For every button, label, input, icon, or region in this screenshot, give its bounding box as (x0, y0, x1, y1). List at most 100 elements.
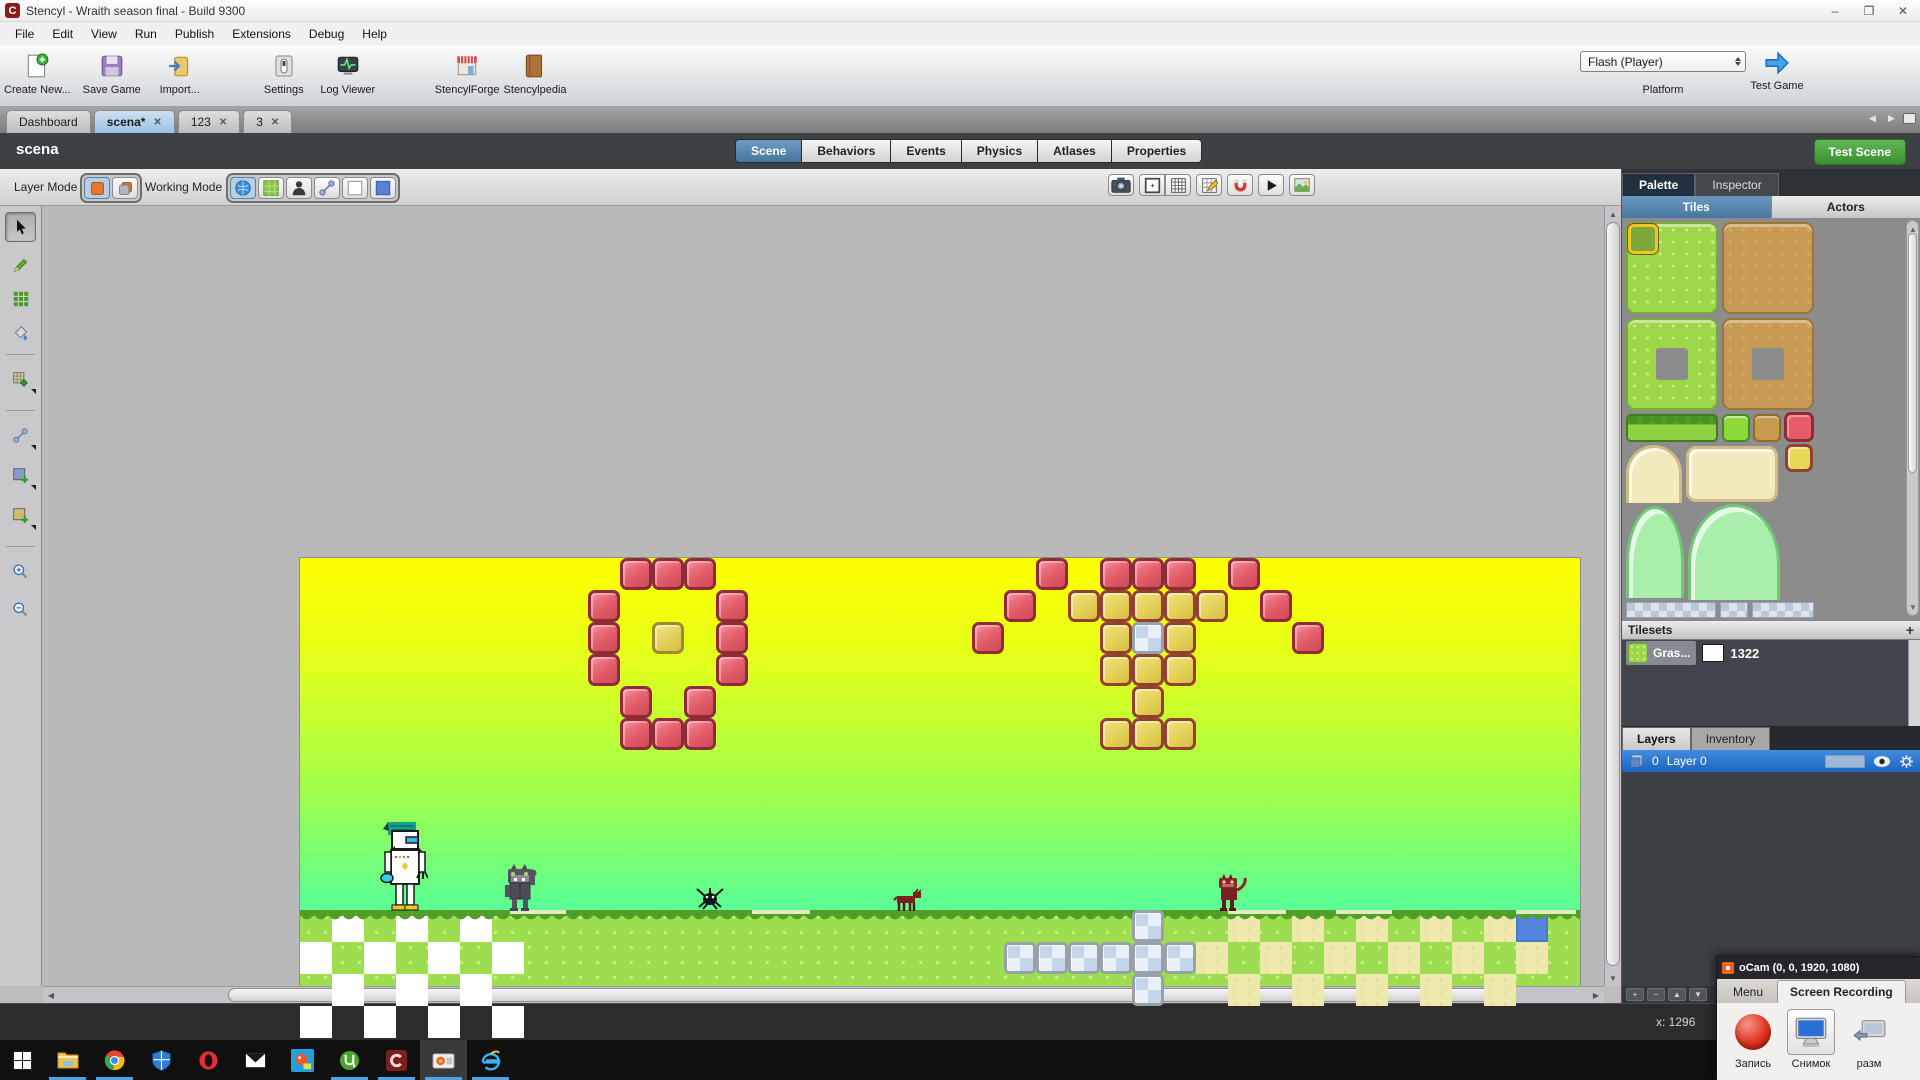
scene-nav-events[interactable]: Events (890, 139, 960, 163)
globe-button[interactable] (230, 177, 256, 199)
yellow-block[interactable] (1100, 590, 1132, 622)
menu-run[interactable]: Run (126, 24, 166, 44)
image-button[interactable] (1289, 174, 1315, 196)
add-layer-button[interactable]: + (1626, 988, 1644, 1001)
yellow-block[interactable] (1132, 718, 1164, 750)
menu-extensions[interactable]: Extensions (223, 24, 300, 44)
white-tile[interactable] (300, 1006, 332, 1038)
menu-edit[interactable]: Edit (43, 24, 82, 44)
scene-nav-physics[interactable]: Physics (961, 139, 1037, 163)
red-block[interactable] (972, 622, 1004, 654)
taskbar-defender-icon[interactable] (138, 1040, 185, 1080)
create-new-button[interactable]: Create New... (4, 51, 71, 96)
ocam-snapshot-button[interactable]: Снимок (1787, 1009, 1835, 1070)
palette-tile-small-grass[interactable] (1722, 414, 1750, 442)
scene-nav-atlases[interactable]: Atlases (1037, 139, 1111, 163)
red-block[interactable] (620, 718, 652, 750)
yellow-block[interactable] (1164, 622, 1196, 654)
ice-block[interactable] (1164, 942, 1196, 974)
maximize-button[interactable]: ❐ (1852, 0, 1886, 21)
ice-block[interactable] (1068, 942, 1100, 974)
move-layer-up-button[interactable]: ▲ (1668, 988, 1686, 1001)
scroll-up-icon[interactable]: ▲ (1605, 206, 1621, 222)
white-tile[interactable] (492, 942, 524, 974)
red-block[interactable] (1164, 558, 1196, 590)
palette-tile-grass-hole[interactable] (1626, 318, 1718, 410)
magnet-button[interactable] (1227, 174, 1253, 196)
red-block[interactable] (716, 622, 748, 654)
palette-scroll-down-icon[interactable]: ▼ (1905, 599, 1920, 615)
yellow-block[interactable] (1132, 686, 1164, 718)
yellow-block[interactable] (1164, 590, 1196, 622)
yellow-block[interactable] (1164, 654, 1196, 686)
tab-scroll-right-icon[interactable]: ▶ (1884, 111, 1899, 126)
scene-nav-scene[interactable]: Scene (735, 139, 801, 163)
palette-tile-dome-large[interactable] (1688, 504, 1780, 600)
red-block[interactable] (620, 686, 652, 718)
tile-mode-button[interactable] (258, 177, 284, 199)
vertical-scroll-thumb[interactable] (1606, 222, 1620, 966)
play-button[interactable] (1258, 174, 1284, 196)
palette-scrollbar[interactable]: ▲ ▼ (1906, 220, 1919, 616)
taskbar-utorrent-icon[interactable] (326, 1040, 373, 1080)
red-block[interactable] (684, 558, 716, 590)
palette-tile-checker-strip-b[interactable] (1720, 602, 1748, 618)
actor-deer[interactable] (893, 889, 923, 911)
palette-tile-arch-cream[interactable] (1626, 445, 1682, 503)
scroll-down-icon[interactable]: ▼ (1605, 970, 1621, 986)
test-scene-button[interactable]: Test Scene (1814, 139, 1906, 165)
frame-button[interactable] (1139, 174, 1165, 196)
ice-block[interactable] (1004, 942, 1036, 974)
cream-tile[interactable] (1228, 974, 1260, 1006)
tab-layers[interactable]: Layers (1622, 727, 1691, 750)
red-block[interactable] (588, 654, 620, 686)
white-tile[interactable] (364, 1006, 396, 1038)
menu-publish[interactable]: Publish (166, 24, 223, 44)
tab-inspector[interactable]: Inspector (1695, 173, 1778, 196)
terrain-mode-button[interactable] (370, 177, 396, 199)
remove-layer-button[interactable]: − (1647, 988, 1665, 1001)
white-tile[interactable] (396, 974, 428, 1006)
menu-view[interactable]: View (82, 24, 126, 44)
taskbar-ocam-task-icon[interactable] (420, 1040, 467, 1080)
bucket-tool-button[interactable] (5, 318, 36, 348)
pointer-tool-button[interactable] (5, 212, 36, 242)
tab-3[interactable]: 3✕ (243, 110, 292, 133)
taskbar-start-button[interactable] (0, 1040, 44, 1080)
actor-red-cat[interactable] (1213, 874, 1249, 911)
region-add-tool-button[interactable] (5, 460, 36, 490)
tab-scroll-left-icon[interactable]: ◀ (1865, 111, 1880, 126)
move-layer-down-button[interactable]: ▼ (1689, 988, 1707, 1001)
cream-tile[interactable] (1196, 942, 1228, 974)
taskbar-opera-icon[interactable] (185, 1040, 232, 1080)
ice-block[interactable] (1132, 942, 1164, 974)
cream-tile[interactable] (1324, 942, 1356, 974)
palette-tile-small-dirt[interactable] (1753, 414, 1781, 442)
tileset-scrollbar[interactable] (1908, 640, 1920, 726)
palette-tile-small-yellow[interactable] (1785, 444, 1813, 472)
scene-nav-behaviors[interactable]: Behaviors (801, 139, 890, 163)
layer-stack-button[interactable] (112, 177, 138, 199)
taskbar-mail-icon[interactable] (232, 1040, 279, 1080)
tab-dashboard[interactable]: Dashboard (6, 110, 91, 133)
white-tile[interactable] (492, 1006, 524, 1038)
white-tile[interactable] (300, 942, 332, 974)
stencylforge-button[interactable]: StencylForge (435, 51, 500, 96)
red-block[interactable] (716, 654, 748, 686)
joint-tool-tool-button[interactable] (5, 420, 36, 450)
region-mode-button[interactable] (342, 177, 368, 199)
tab-123[interactable]: 123✕ (178, 110, 240, 133)
joint-mode-button[interactable] (314, 177, 340, 199)
stepper-icon[interactable] (1735, 57, 1741, 66)
palette-tile-selected-tile[interactable] (1628, 224, 1658, 254)
terrain-add-tool-button[interactable] (5, 500, 36, 530)
stencylpedia-button[interactable]: Stencylpedia (504, 51, 567, 96)
actor-spider[interactable] (693, 885, 727, 911)
red-block[interactable] (652, 558, 684, 590)
import-button[interactable]: Import... (151, 51, 209, 96)
taskbar-stencyl-task-icon[interactable] (373, 1040, 420, 1080)
cream-tile[interactable] (1388, 942, 1420, 974)
ocam-title-bar[interactable]: oCam (0, 0, 1920, 1080) (1717, 957, 1920, 979)
ocam-record-button[interactable]: Запись (1729, 1009, 1777, 1070)
actor-robot[interactable] (380, 821, 428, 911)
